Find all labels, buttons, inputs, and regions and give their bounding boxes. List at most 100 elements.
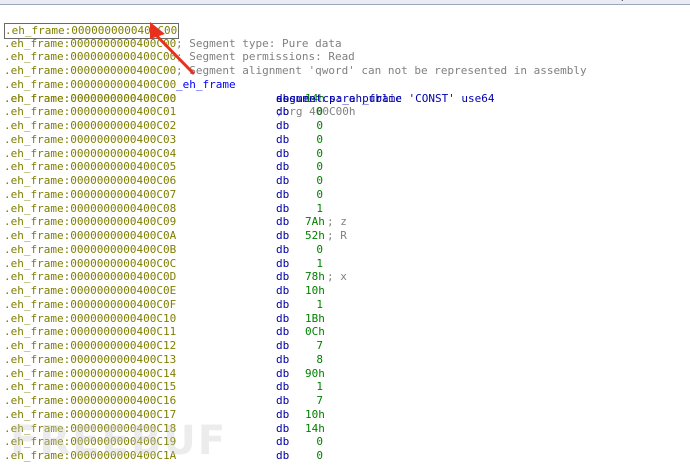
listing-line[interactable]: .eh_frame:0000000000400C00 ; Segment per… — [0, 23, 690, 64]
byte-value[interactable]: 1 — [305, 380, 323, 394]
byte-value[interactable]: 0 — [305, 133, 323, 147]
line-address[interactable]: .eh_frame:0000000000400C11 — [4, 325, 176, 339]
listing-line[interactable]: .eh_frame:0000000000400C00 ; Segment typ… — [0, 9, 690, 50]
listing-line[interactable]: .eh_frame:0000000000400C08 db 1 — [0, 202, 690, 216]
line-address[interactable]: .eh_frame:0000000000400C00 — [4, 92, 176, 106]
line-address[interactable]: .eh_frame:0000000000400C0D — [4, 270, 176, 284]
listing-line[interactable]: .eh_frame:0000000000400C0A db 52h; R — [0, 229, 690, 243]
listing-line[interactable]: .eh_frame:0000000000400C04 db 0 — [0, 147, 690, 161]
listing-line[interactable]: .eh_frame:0000000000400C00 assume cs:_eh… — [0, 64, 690, 105]
listing-line[interactable]: .eh_frame:0000000000400C07 db 0 — [0, 188, 690, 202]
byte-value[interactable]: 0 — [305, 119, 323, 133]
db-mnemonic: db — [276, 270, 290, 284]
line-address[interactable]: .eh_frame:0000000000400C03 — [4, 133, 176, 147]
listing-line[interactable]: .eh_frame:0000000000400C05 db 0 — [0, 160, 690, 174]
byte-value[interactable]: 1 — [305, 298, 323, 312]
byte-value[interactable]: 7Ah — [305, 215, 325, 229]
line-address[interactable]: .eh_frame:0000000000400C10 — [4, 312, 176, 326]
byte-value[interactable]: 0 — [305, 160, 323, 174]
line-address[interactable]: .eh_frame:0000000000400C13 — [4, 353, 176, 367]
listing-line[interactable]: .eh_frame:0000000000400C00 ; Segment ali… — [0, 37, 690, 77]
byte-value[interactable]: 0 — [305, 105, 323, 119]
byte-value[interactable]: 0Ch — [305, 325, 325, 339]
db-mnemonic: db — [276, 242, 290, 256]
db-mnemonic: db — [276, 421, 290, 435]
db-mnemonic: db — [276, 119, 290, 132]
line-address[interactable]: .eh_frame:0000000000400C0E — [4, 284, 176, 298]
byte-value[interactable]: 0 — [305, 435, 323, 449]
listing-line[interactable]: .eh_frame:0000000000400C00 _eh_frame seg… — [0, 50, 690, 105]
db-mnemonic: db — [276, 435, 290, 449]
line-address[interactable]: .eh_frame:0000000000400C02 — [4, 119, 176, 133]
line-address[interactable]: .eh_frame:0000000000400C06 — [4, 174, 176, 188]
byte-value[interactable]: 0 — [305, 188, 323, 202]
byte-value[interactable]: 1Bh — [305, 312, 325, 326]
listing-line[interactable]: .eh_frame:0000000000400C00 ;org 400C00h — [0, 78, 690, 119]
line-address[interactable]: .eh_frame:0000000000400C14 — [4, 367, 176, 381]
tab-1[interactable]: Pseudocode-B — [62, 0, 151, 3]
byte-value[interactable]: 1 — [305, 202, 323, 216]
line-address[interactable]: .eh_frame:0000000000400C01 — [4, 105, 176, 119]
byte-value[interactable]: 90h — [305, 367, 325, 381]
listing-line[interactable]: .eh_frame:0000000000400C09 db 7Ah; z — [0, 215, 690, 229]
byte-value[interactable]: 1 — [305, 257, 323, 271]
line-address[interactable]: .eh_frame:0000000000400C0B — [4, 243, 176, 257]
listing-line[interactable]: .eh_frame:0000000000400C0C db 1 — [0, 257, 690, 271]
listing-line[interactable]: .eh_frame:0000000000400C06 db 0 — [0, 174, 690, 188]
listing-line[interactable]: .eh_frame:0000000000400C0D db 78h; x — [0, 270, 690, 284]
tab-4[interactable]: Structures — [402, 0, 471, 3]
byte-value[interactable]: 14h — [305, 92, 325, 106]
tab-0[interactable]: IDA View-A — [0, 0, 34, 3]
listing-line[interactable]: .eh_frame:0000000000400C00 db 14h — [0, 92, 690, 106]
db-mnemonic: db — [276, 160, 290, 174]
byte-value[interactable]: 78h — [305, 270, 325, 284]
byte-value[interactable]: 8 — [305, 353, 323, 367]
listing-line[interactable]: .eh_frame:0000000000400C01 db 0 — [0, 105, 690, 119]
listing-line[interactable]: .eh_frame:0000000000400C13 db 8 — [0, 353, 690, 367]
line-address[interactable]: .eh_frame:0000000000400C09 — [4, 215, 176, 229]
db-mnemonic: db — [276, 311, 290, 325]
tab-5[interactable]: Enums — [512, 0, 567, 3]
line-address[interactable]: .eh_frame:0000000000400C0C — [4, 257, 176, 271]
listing-line[interactable]: .eh_frame:0000000000400C03 db 0 — [0, 133, 690, 147]
listing-line[interactable]: .eh_frame:0000000000400C15 db 1 — [0, 380, 690, 394]
line-address[interactable]: .eh_frame:0000000000400C05 — [4, 160, 176, 174]
listing-line[interactable]: .eh_frame:0000000000400C0E db 10h — [0, 284, 690, 298]
line-address[interactable]: .eh_frame:0000000000400C07 — [4, 188, 176, 202]
tab-3[interactable]: Hex View-1 — [310, 0, 384, 3]
listing-line[interactable]: .eh_frame:0000000000400C16 db 7 — [0, 394, 690, 408]
db-mnemonic: db — [276, 449, 290, 462]
listing-line[interactable]: .eh_frame:0000000000400C14 db 90h — [0, 367, 690, 381]
db-mnemonic: db — [276, 174, 290, 187]
listing-line[interactable]: .eh_frame:0000000000400C10 db 1Bh — [0, 312, 690, 326]
line-address[interactable]: .eh_frame:0000000000400C08 — [4, 202, 176, 216]
char-comment: ; z — [327, 215, 347, 229]
line-address[interactable]: .eh_frame:0000000000400C16 — [4, 394, 176, 408]
listing-line[interactable]: .eh_frame:0000000000400C11 db 0Ch — [0, 325, 690, 339]
tab-6[interactable]: Imports — [598, 0, 655, 3]
byte-value[interactable]: 14h — [305, 422, 325, 436]
byte-value[interactable]: 10h — [305, 284, 325, 298]
listing-line[interactable]: .eh_frame:0000000000400C12 db 7 — [0, 339, 690, 353]
byte-value[interactable]: 0 — [305, 147, 323, 161]
byte-value[interactable]: 7 — [305, 394, 323, 408]
db-mnemonic: db — [276, 339, 290, 352]
line-address[interactable]: .eh_frame:0000000000400C04 — [4, 147, 176, 161]
byte-value[interactable]: 52h — [305, 229, 325, 243]
db-mnemonic: db — [276, 187, 290, 201]
listing-line[interactable]: .eh_frame:0000000000400C02 db 0 — [0, 119, 690, 133]
listing-line[interactable]: .eh_frame:0000000000400C0B db 0 — [0, 243, 690, 257]
byte-value[interactable]: 0 — [305, 449, 323, 463]
line-address[interactable]: .eh_frame:0000000000400C0F — [4, 298, 176, 312]
byte-value[interactable]: 10h — [305, 408, 325, 422]
line-address[interactable]: .eh_frame:0000000000400C12 — [4, 339, 176, 353]
byte-value[interactable]: 7 — [305, 339, 323, 353]
line-address[interactable]: .eh_frame:0000000000400C15 — [4, 380, 176, 394]
db-mnemonic: db — [276, 325, 290, 339]
disassembly-listing[interactable]: .eh_frame:0000000000400C00 ; Segment typ… — [0, 9, 690, 463]
line-address[interactable]: .eh_frame:0000000000400C0A — [4, 229, 176, 243]
tab-2[interactable]: Pseudocode-A — [200, 0, 289, 3]
byte-value[interactable]: 0 — [305, 174, 323, 188]
byte-value[interactable]: 0 — [305, 243, 323, 257]
listing-line[interactable]: .eh_frame:0000000000400C0F db 1 — [0, 298, 690, 312]
